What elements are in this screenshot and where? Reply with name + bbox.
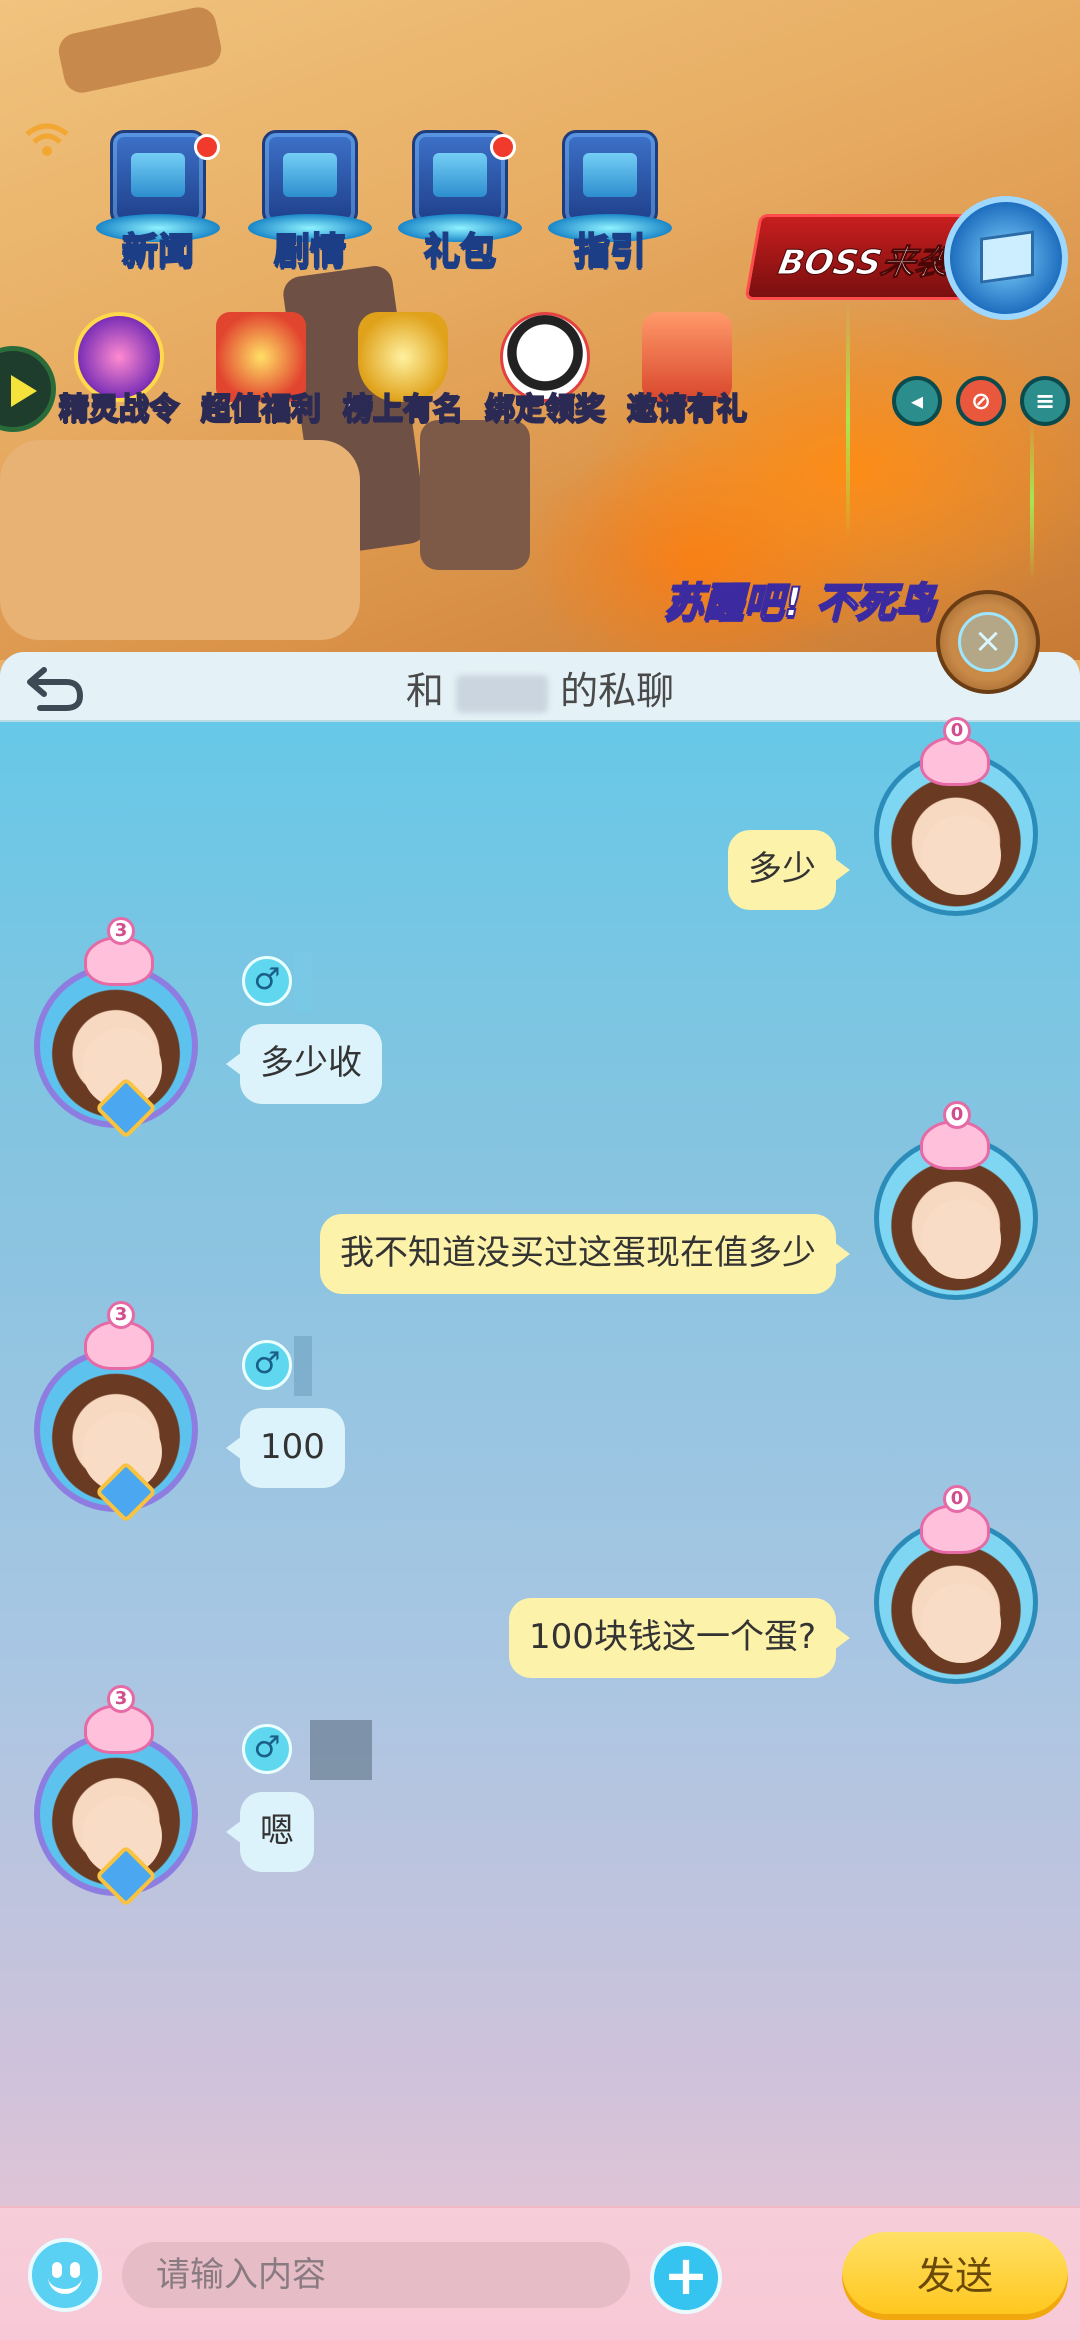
story-chest-icon xyxy=(262,130,358,226)
leaderboard-button[interactable]: 榜上有名 xyxy=(328,312,478,442)
friend-message-bubble[interactable]: 100 xyxy=(226,1408,345,1488)
avatar-face xyxy=(921,1583,1001,1663)
voice-toggle-button[interactable]: ◂ xyxy=(892,376,942,426)
invite-reward-label: 邀请有礼 xyxy=(626,391,748,428)
message-text: 100 xyxy=(260,1427,325,1467)
level-crown-icon: 0 xyxy=(920,717,990,786)
guide-button[interactable]: 指引 xyxy=(540,130,680,290)
level-crown-icon: 0 xyxy=(920,1485,990,1554)
male-gender-icon: ♂ xyxy=(242,956,292,1006)
scene-rock xyxy=(55,4,225,96)
plus-icon: + xyxy=(663,2244,709,2307)
invite-reward-button[interactable]: 邀请有礼 xyxy=(612,312,762,442)
map-icon xyxy=(980,230,1034,284)
send-button[interactable]: 发送 xyxy=(842,2232,1068,2320)
level-badge: 0 xyxy=(943,1101,971,1129)
level-badge: 0 xyxy=(943,717,971,745)
message-text: 多少 xyxy=(748,849,816,889)
glow-effect xyxy=(846,300,850,540)
level-badge: 3 xyxy=(107,1685,135,1713)
chat-title: 和 的私聊 xyxy=(0,660,1080,715)
chat-title-prefix: 和 xyxy=(405,669,444,713)
message-text: 嗯 xyxy=(260,1811,294,1851)
level-crown-icon: 0 xyxy=(920,1101,990,1170)
wifi-icon xyxy=(22,118,72,158)
avatar-face xyxy=(921,1199,1001,1279)
menu-toggle-button[interactable]: ≡ xyxy=(1020,376,1070,426)
my-message-bubble[interactable]: 100块钱这一个蛋? xyxy=(509,1598,850,1678)
mute-button[interactable]: ⊘ xyxy=(956,376,1006,426)
chat-input-bar: + 发送 xyxy=(0,2206,1080,2340)
level-badge: 3 xyxy=(107,1301,135,1329)
battle-pass-button[interactable]: 精灵战令 xyxy=(44,312,194,442)
world-map-button[interactable] xyxy=(944,196,1068,320)
redacted-name xyxy=(294,952,312,1012)
game-scene: 新闻 剧情 礼包 指引 BOSS来袭 精灵战令 超值福利 榜上有名 绑定领奖 邀… xyxy=(0,0,1080,660)
glow-effect xyxy=(1030,420,1034,580)
my-message-bubble[interactable]: 我不知道没买过这蛋现在值多少 xyxy=(320,1214,850,1294)
bind-reward-button[interactable]: 绑定领奖 xyxy=(470,312,620,442)
mute-icon: ⊘ xyxy=(970,387,992,415)
gift-pack-label: 礼包 xyxy=(423,230,497,273)
friend-message-bubble[interactable]: 多少收 xyxy=(226,1024,382,1104)
friend-message-bubble[interactable]: 嗯 xyxy=(226,1792,314,1872)
level-badge: 3 xyxy=(107,917,135,945)
guide-label: 指引 xyxy=(573,230,647,273)
scene-rock xyxy=(420,420,530,570)
scene-rock xyxy=(0,440,360,640)
redacted-name xyxy=(294,1336,312,1396)
emoji-button[interactable] xyxy=(28,2238,102,2312)
redacted-username xyxy=(456,674,548,713)
level-crown-icon: 3 xyxy=(84,1301,154,1370)
speaker-icon: ◂ xyxy=(910,387,924,415)
level-crown-icon: 3 xyxy=(84,1685,154,1754)
guide-chest-icon xyxy=(562,130,658,226)
story-button[interactable]: 剧情 xyxy=(240,130,380,290)
story-label: 剧情 xyxy=(273,230,347,273)
level-crown-icon: 3 xyxy=(84,917,154,986)
redacted-name xyxy=(310,1720,372,1780)
chat-title-suffix: 的私聊 xyxy=(560,669,675,713)
value-welfare-button[interactable]: 超值福利 xyxy=(186,312,336,442)
male-gender-icon: ♂ xyxy=(242,1724,292,1774)
news-label: 新闻 xyxy=(121,230,195,273)
message-input[interactable] xyxy=(122,2242,630,2308)
male-gender-icon: ♂ xyxy=(242,1340,292,1390)
close-chat-button[interactable]: × xyxy=(936,590,1040,694)
chat-header: 和 的私聊 xyxy=(0,652,1080,722)
close-icon: × xyxy=(958,612,1018,672)
message-text: 我不知道没买过这蛋现在值多少 xyxy=(340,1233,816,1273)
notification-badge xyxy=(194,134,220,160)
message-text: 100块钱这一个蛋? xyxy=(529,1617,816,1657)
add-attachment-button[interactable]: + xyxy=(650,2242,722,2314)
newspaper-tv-icon xyxy=(110,130,206,226)
my-message-bubble[interactable]: 多少 xyxy=(728,830,850,910)
gift-pack-button[interactable]: 礼包 xyxy=(390,130,530,290)
news-button[interactable]: 新闻 xyxy=(88,130,228,290)
level-badge: 0 xyxy=(943,1485,971,1513)
list-icon: ≡ xyxy=(1034,387,1056,415)
avatar-face xyxy=(921,815,1001,895)
private-chat-panel: 和 的私聊 0 多少 3 ♂ 多少收 0 我不知道没买过这蛋现在值多少 3 ♂ … xyxy=(0,652,1080,2340)
message-text: 多少收 xyxy=(260,1043,362,1083)
notification-badge xyxy=(490,134,516,160)
